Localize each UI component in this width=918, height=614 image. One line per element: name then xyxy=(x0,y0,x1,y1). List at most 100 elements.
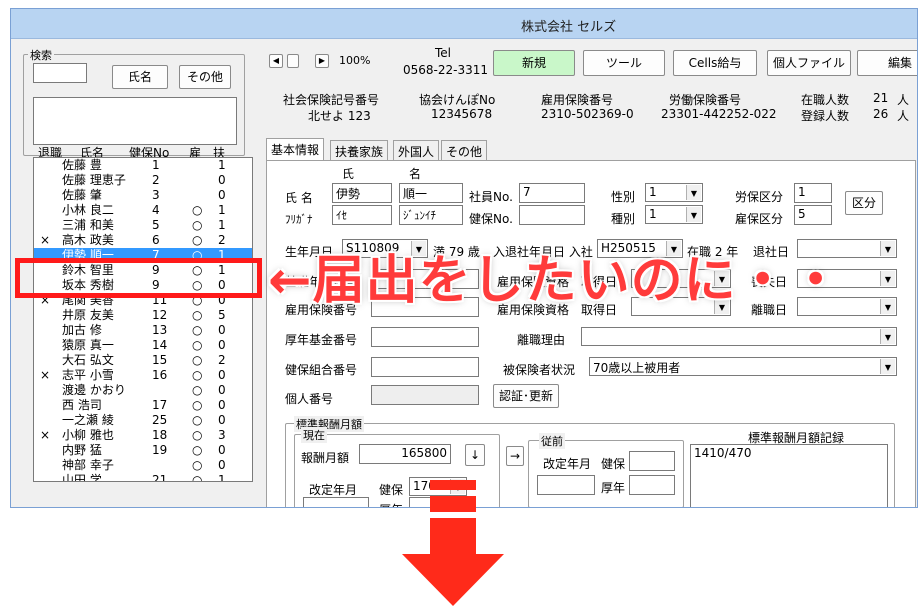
kojin-input[interactable] xyxy=(371,385,479,405)
row-dependents: 0 xyxy=(218,173,226,187)
list-item[interactable]: 猿原 真一 14 ○ 0 xyxy=(34,338,252,353)
search-group: 検索 氏名 その他 xyxy=(23,47,245,156)
list-item[interactable]: × 高木 政美 6 ○ 2 xyxy=(34,233,252,248)
list-item[interactable]: 井原 友美 12 ○ 5 xyxy=(34,308,252,323)
hoshu-input[interactable]: 165800 xyxy=(359,444,451,464)
kubun-button[interactable]: 区分 xyxy=(845,191,883,215)
prev-icon[interactable]: ◀ xyxy=(269,54,283,68)
row-name: 小柳 雅也 xyxy=(62,428,114,442)
rouho-label: 労保区分 xyxy=(735,190,784,204)
row-kenpo-no: 6 xyxy=(152,233,160,247)
next-icon[interactable]: ▶ xyxy=(315,54,329,68)
title-bar: 株式会社 セルズ xyxy=(11,9,917,39)
rishoku-reason-select[interactable]: ▼ xyxy=(581,327,897,346)
right-arrow-icon[interactable]: → xyxy=(506,446,524,466)
row-kenpo-no: 19 xyxy=(152,443,168,457)
search-name-button[interactable]: 氏名 xyxy=(112,65,168,89)
row-dependents: 0 xyxy=(218,383,226,397)
edit-button[interactable]: 編集 xyxy=(857,50,917,76)
list-item[interactable]: 佐藤 肇 3 0 xyxy=(34,188,252,203)
list-item[interactable]: 西 浩司 17 ○ 0 xyxy=(34,398,252,413)
kosei-input[interactable] xyxy=(371,327,479,347)
list-item[interactable]: 三浦 和美 5 ○ 1 xyxy=(34,218,252,233)
row-employ: ○ xyxy=(192,353,203,367)
row-kenpo-no: 14 xyxy=(152,338,168,352)
auth-button[interactable]: 認証･更新 xyxy=(493,384,559,408)
juzen-kenpo-label: 健保 xyxy=(601,457,626,471)
zaishoku-value: 21 xyxy=(873,91,889,105)
rouho-input[interactable]: 1 xyxy=(794,183,832,203)
kana-label: ﾌﾘｶﾞﾅ xyxy=(285,213,313,226)
juzen-kaitei-input[interactable] xyxy=(537,475,595,495)
first-name-input[interactable]: 順一 xyxy=(399,183,463,203)
list-item[interactable]: 佐藤 豊 1 1 xyxy=(34,158,252,173)
rodo-value: 23301-442252-022 xyxy=(661,107,777,121)
list-item[interactable]: 佐藤 理恵子 2 0 xyxy=(34,173,252,188)
row-name: 志平 小雪 xyxy=(62,368,114,382)
tab-dependents[interactable]: 扶養家族 xyxy=(330,140,389,160)
kosei-label: 厚年基金番号 xyxy=(285,333,358,347)
first-kana-input[interactable]: ｼﾞｭﾝｲﾁ xyxy=(399,205,463,225)
search-input[interactable] xyxy=(33,63,87,83)
row-employ: ○ xyxy=(192,368,203,382)
emp-no-input[interactable]: 7 xyxy=(519,183,585,203)
row-name: 加古 修 xyxy=(62,323,102,337)
hihoken-select[interactable]: 70歳以上被用者 ▼ xyxy=(589,357,897,376)
list-item[interactable]: 大石 弘文 15 ○ 2 xyxy=(34,353,252,368)
juzen-group: 従前 改定年月 健保 厚年 xyxy=(528,433,684,507)
type-select[interactable]: 1 ▼ xyxy=(645,205,703,224)
row-name: 三浦 和美 xyxy=(62,218,114,232)
row-employ: ○ xyxy=(192,398,203,412)
last-name-input[interactable]: 伊勢 xyxy=(332,183,392,203)
row-name: 猿原 真一 xyxy=(62,338,114,352)
zaishoku-unit: 人 xyxy=(897,93,910,107)
kenpo-kumiai-input[interactable] xyxy=(371,357,479,377)
cells-pay-button[interactable]: Cells給与 xyxy=(673,50,757,76)
konen-label: 厚年 xyxy=(379,501,403,507)
row-employ: ○ xyxy=(192,323,203,337)
list-item[interactable]: × 志平 小雪 16 ○ 0 xyxy=(34,368,252,383)
juzen-kenpo-input[interactable] xyxy=(629,451,675,471)
last-kana-input[interactable]: ｲｾ xyxy=(332,205,392,225)
tab-other[interactable]: その他 xyxy=(441,140,488,160)
kaitei-label: 改定年月 xyxy=(309,483,358,497)
search-result-box[interactable] xyxy=(33,97,237,145)
juzen-legend: 従前 xyxy=(539,433,565,449)
page-icon[interactable] xyxy=(287,54,299,68)
list-item[interactable]: 加古 修 13 ○ 0 xyxy=(34,323,252,338)
personal-file-button[interactable]: 個人ファイル xyxy=(767,50,851,76)
tab-foreigner[interactable]: 外国人 xyxy=(393,140,440,160)
chevron-down-icon: ▼ xyxy=(686,207,701,222)
down-arrow-icon[interactable]: ↓ xyxy=(465,444,485,466)
rodo-label: 労働保険番号 xyxy=(669,93,742,107)
row-kenpo-no: 12 xyxy=(152,308,168,322)
row-dependents: 0 xyxy=(218,458,226,472)
list-item[interactable]: × 小柳 雅也 18 ○ 3 xyxy=(34,428,252,443)
juzen-konen-input[interactable] xyxy=(629,475,675,495)
row-retired-mark: × xyxy=(40,368,51,382)
kaitei-input[interactable] xyxy=(303,497,369,507)
list-item[interactable]: 小林 良二 4 ○ 1 xyxy=(34,203,252,218)
row-kenpo-no: 18 xyxy=(152,428,168,442)
new-button[interactable]: 新規 xyxy=(493,50,575,76)
list-item[interactable]: 神部 幸子 ○ 0 xyxy=(34,458,252,473)
list-item[interactable]: 山田 学 21 ○ 1 xyxy=(34,473,252,481)
list-item[interactable]: 内野 猛 19 ○ 0 xyxy=(34,443,252,458)
zoom-level: 100% xyxy=(339,54,371,67)
gender-select[interactable]: 1 ▼ xyxy=(645,183,703,202)
row-name: 一之瀬 綾 xyxy=(62,413,114,427)
list-item[interactable]: 渡邊 かおり ○ 0 xyxy=(34,383,252,398)
highlight-box xyxy=(15,258,262,298)
employee-list[interactable]: 佐藤 豊 1 1 佐藤 理恵子 2 0 佐藤 肇 3 0 小林 良二 4 ○ 1 三浦 和美 5 ○ 1 × 高木 … xyxy=(33,157,253,482)
row-retired-mark: × xyxy=(40,428,51,442)
search-other-button[interactable]: その他 xyxy=(179,65,231,89)
toroku-unit: 人 xyxy=(897,109,910,123)
list-item[interactable]: 一之瀬 綾 25 ○ 0 xyxy=(34,413,252,428)
kenpo-no-input[interactable] xyxy=(519,205,585,225)
row-dependents: 1 xyxy=(218,203,226,217)
koho-input[interactable]: 5 xyxy=(794,205,832,225)
row-kenpo-no: 3 xyxy=(152,188,160,202)
tab-basic[interactable]: 基本情報 xyxy=(266,138,325,161)
tool-button[interactable]: ツール xyxy=(583,50,665,76)
record-box[interactable]: 1410/470 xyxy=(690,444,888,507)
